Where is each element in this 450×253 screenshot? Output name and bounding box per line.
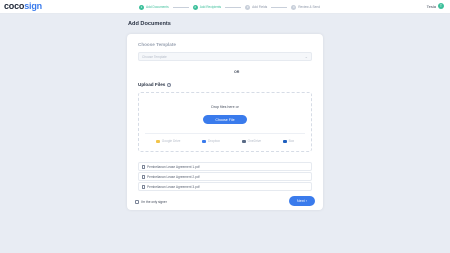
step-label: Review & Send xyxy=(298,5,320,9)
step-add-documents[interactable]: 1 Add Documents xyxy=(139,4,169,10)
step-label: Add Fields xyxy=(252,5,268,9)
list-item[interactable]: Pembelianan Lease Agreement 2.pdf xyxy=(138,172,312,181)
upload-files-title: Upload Files xyxy=(138,82,166,87)
onedrive-source[interactable]: OneDrive xyxy=(241,139,261,143)
dropbox-source[interactable]: Dropbox xyxy=(201,139,220,143)
only-signer-checkbox[interactable] xyxy=(135,200,139,204)
or-divider: OR xyxy=(234,70,240,74)
document-icon xyxy=(142,184,145,189)
next-button[interactable]: Next › xyxy=(289,196,315,206)
avatar: T xyxy=(438,3,444,9)
progress-steps: 1 Add Documents 2 Add Recipients 3 Add F… xyxy=(139,3,320,11)
chevron-down-icon: ⌄ xyxy=(304,54,308,59)
step-add-recipients[interactable]: 2 Add Recipients xyxy=(192,4,222,10)
google-drive-source[interactable]: Google Drive xyxy=(155,139,180,143)
list-item[interactable]: Pembelianan Lease Agreement 1.pdf xyxy=(138,162,312,171)
page-title: Add Documents xyxy=(128,21,171,27)
step-number: 2 xyxy=(192,4,198,10)
user-name: Tesla xyxy=(426,3,436,9)
top-bar: cocosign 1 Add Documents 2 Add Recipient… xyxy=(0,0,450,14)
list-item[interactable]: Pembelianan Lease Agreement 3.pdf xyxy=(138,182,312,191)
step-separator xyxy=(271,6,288,8)
onedrive-icon xyxy=(241,139,246,143)
only-signer-option[interactable]: I'm the only signer xyxy=(135,200,167,204)
google-drive-icon xyxy=(155,139,160,143)
template-select-placeholder: Choose Template xyxy=(142,55,167,59)
document-icon xyxy=(142,174,145,179)
step-review-send[interactable]: 4 Review & Send xyxy=(291,4,320,10)
document-icon xyxy=(142,164,145,169)
step-number: 1 xyxy=(139,4,144,10)
step-add-fields[interactable]: 3 Add Fields xyxy=(245,4,268,10)
help-icon[interactable]: ? xyxy=(167,82,172,87)
dropbox-icon xyxy=(201,139,206,143)
choose-template-title: Choose Template xyxy=(138,42,176,47)
uploaded-files-list: Pembelianan Lease Agreement 1.pdf Pembel… xyxy=(138,162,312,192)
cocosign-logo[interactable]: cocosign xyxy=(4,1,42,11)
step-number: 4 xyxy=(291,4,297,10)
step-separator xyxy=(172,6,189,8)
step-label: Add Recipients xyxy=(199,5,222,9)
file-name: Pembelianan Lease Agreement 2.pdf xyxy=(147,174,200,179)
upload-files-heading: Upload Files? xyxy=(138,82,172,87)
step-label: Add Documents xyxy=(146,5,169,9)
cloud-sources: Google Drive Dropbox OneDrive Box xyxy=(139,139,311,143)
template-select[interactable]: Choose Template ⌄ xyxy=(138,52,312,61)
only-signer-label: I'm the only signer xyxy=(141,200,167,204)
file-name: Pembelianan Lease Agreement 3.pdf xyxy=(147,184,200,189)
box-icon xyxy=(282,139,287,143)
choose-file-button[interactable]: Choose File xyxy=(203,115,247,124)
user-menu[interactable]: Tesla T xyxy=(427,3,444,9)
step-separator xyxy=(225,6,242,8)
file-name: Pembelianan Lease Agreement 1.pdf xyxy=(147,164,200,169)
add-documents-card: Choose Template Choose Template ⌄ OR Upl… xyxy=(127,34,323,210)
step-number: 3 xyxy=(245,4,251,10)
divider xyxy=(145,133,305,134)
drop-files-text: Drop files here or xyxy=(211,105,239,109)
box-source[interactable]: Box xyxy=(282,139,294,143)
file-drop-zone[interactable]: Drop files here or Choose File Google Dr… xyxy=(138,92,312,152)
